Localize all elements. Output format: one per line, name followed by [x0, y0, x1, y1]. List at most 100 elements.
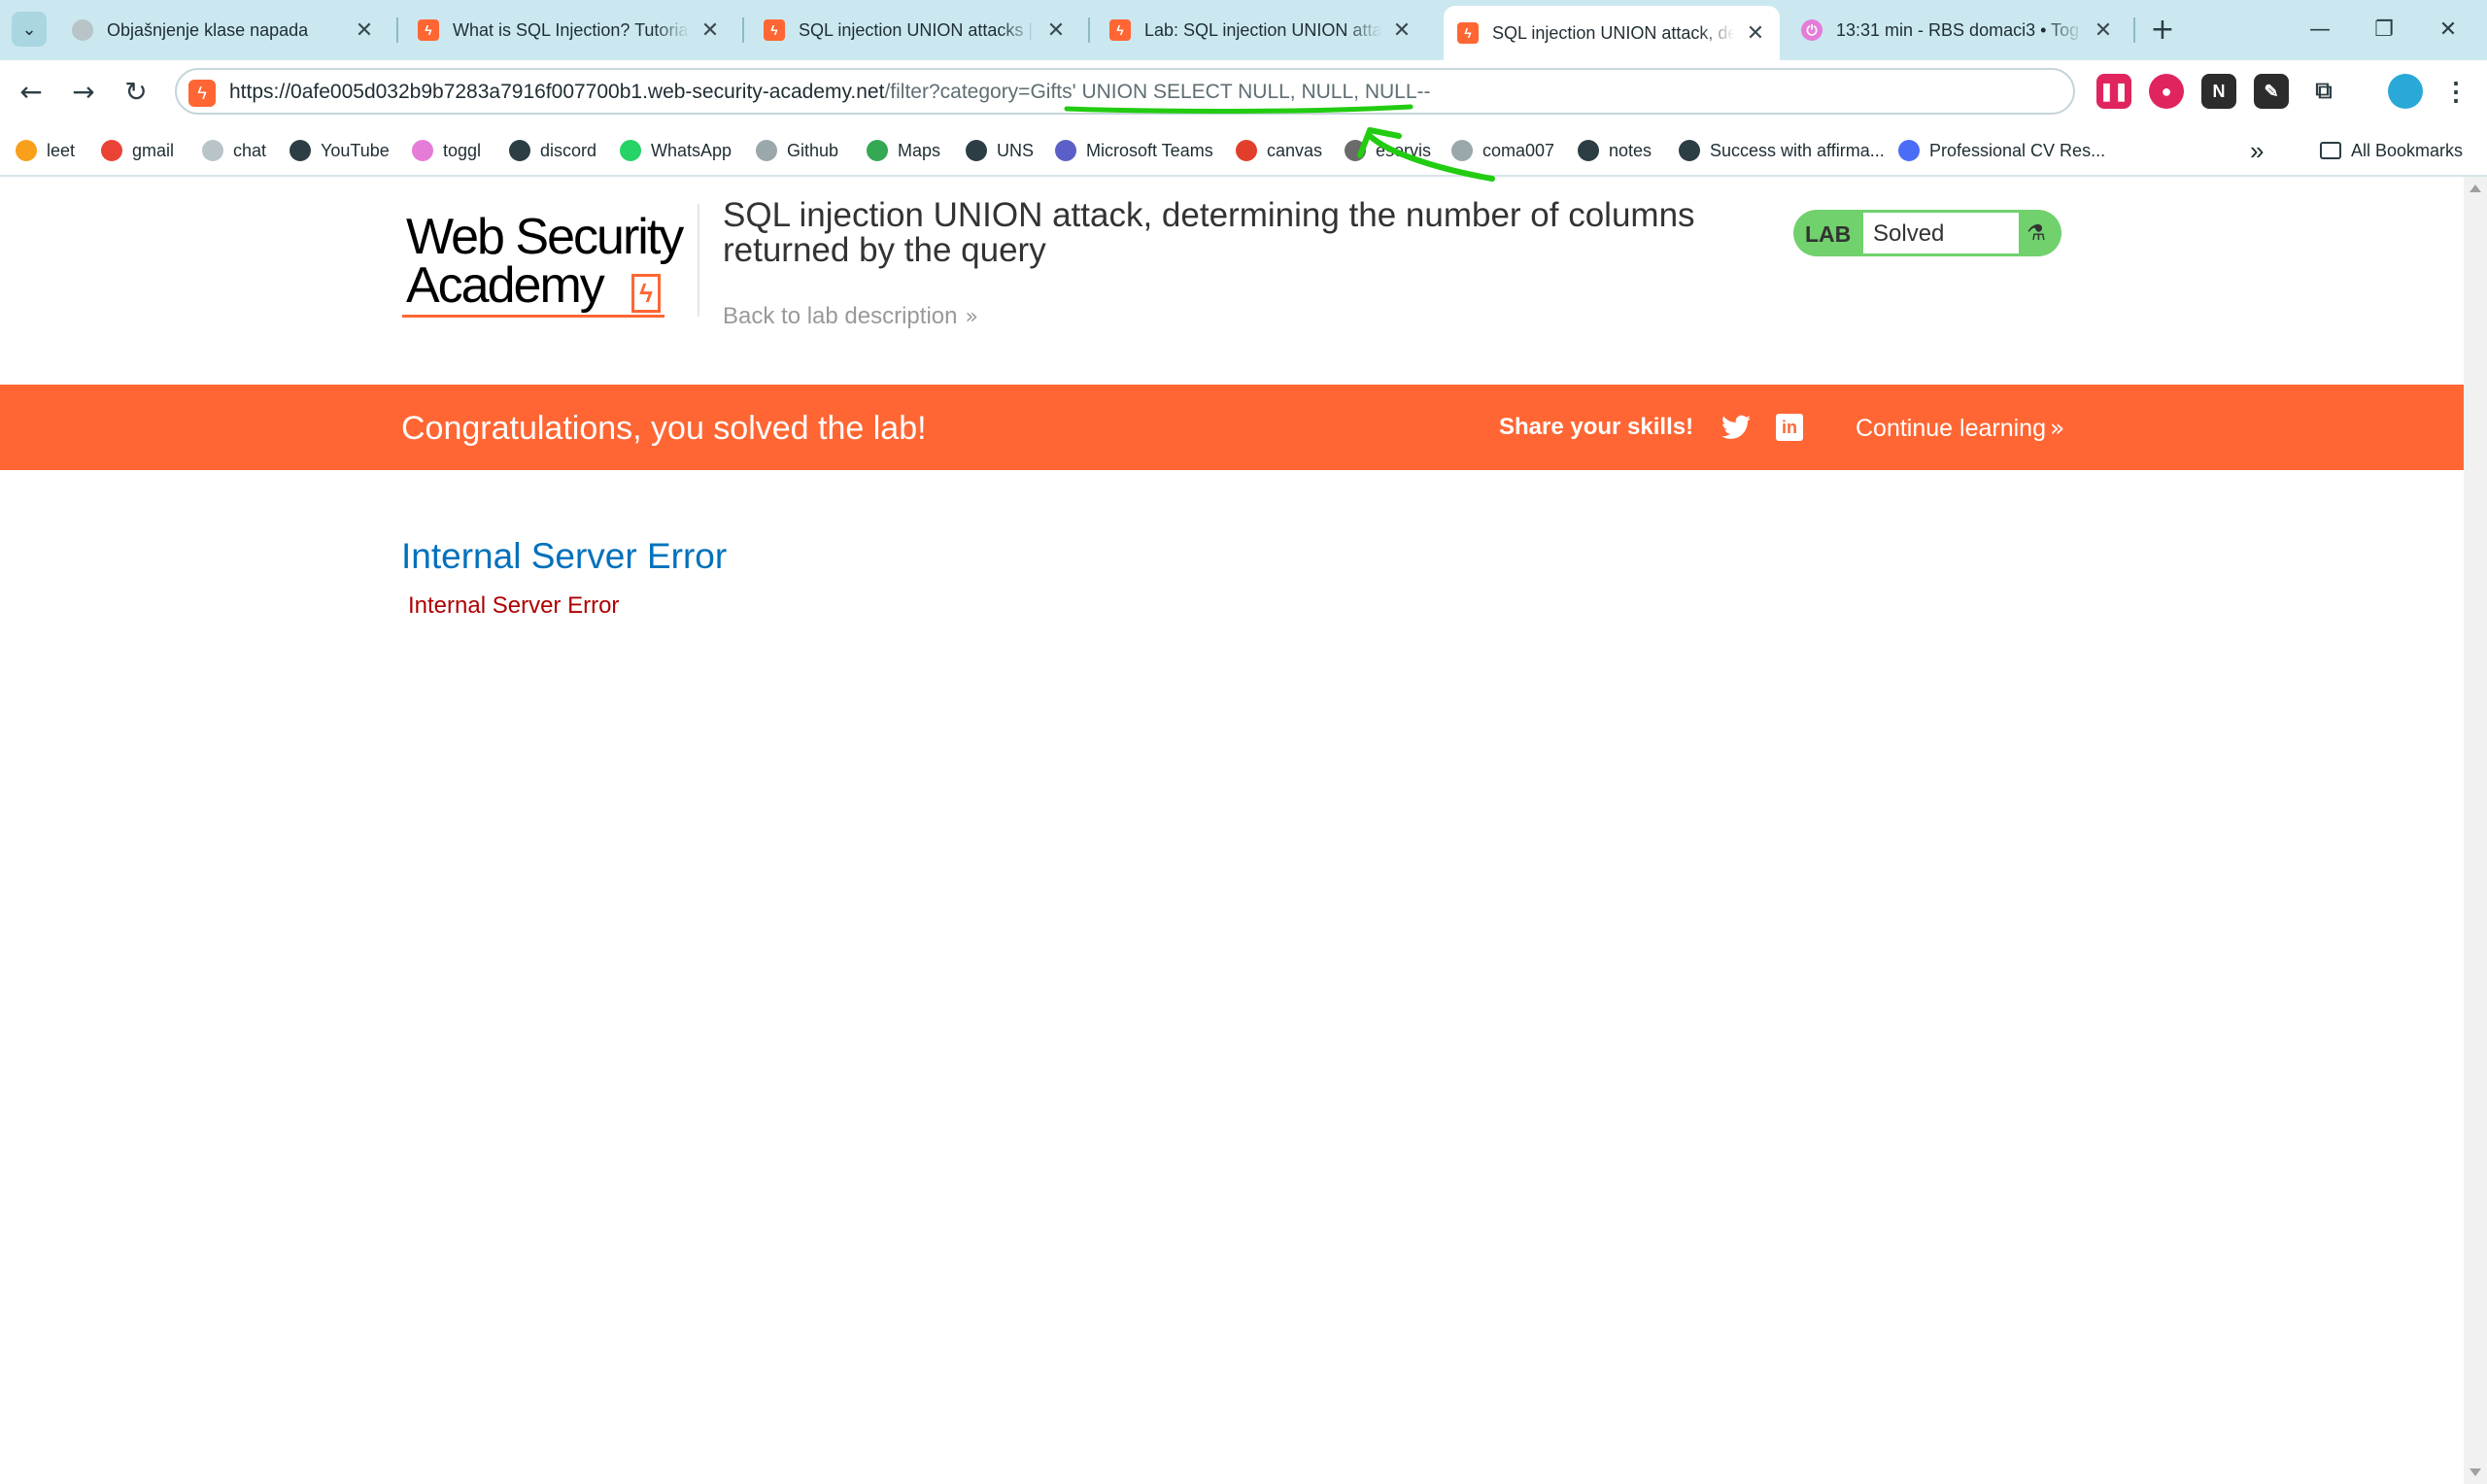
lab-title: SQL injection UNION attack, determining …	[723, 196, 1695, 269]
chevron-down-icon: ⌄	[21, 18, 37, 40]
bookmark-item[interactable]: canvas	[1236, 138, 1322, 163]
tab[interactable]: ϟ What is SQL Injection? Tutorial ✕	[404, 6, 734, 54]
minimize-button[interactable]: —	[2291, 10, 2349, 49]
close-icon[interactable]: ✕	[1045, 18, 1067, 43]
bookmark-item[interactable]: YouTube	[290, 138, 390, 163]
bookmark-item[interactable]: coma007	[1451, 138, 1554, 163]
back-to-lab-description-link[interactable]: Back to lab description »	[723, 303, 978, 330]
notion-extension-icon[interactable]: N	[2201, 74, 2236, 109]
close-icon[interactable]: ✕	[1391, 18, 1413, 43]
tab-active[interactable]: ϟ SQL injection UNION attack, de ✕	[1444, 6, 1780, 60]
tab-title: Lab: SQL injection UNION attac	[1144, 19, 1381, 40]
close-icon[interactable]: ✕	[2093, 18, 2114, 43]
close-icon: ✕	[2438, 17, 2458, 42]
close-icon[interactable]: ✕	[1745, 21, 1766, 46]
page-scrollbar[interactable]	[2464, 177, 2487, 1484]
bookmark-label: WhatsApp	[651, 140, 732, 160]
twitter-icon[interactable]	[1721, 414, 1751, 441]
tab-search-button[interactable]: ⌄	[12, 12, 47, 47]
site-info-icon[interactable]: ϟ	[188, 80, 216, 107]
bookmark-item[interactable]: gmail	[101, 138, 174, 163]
close-window-button[interactable]: ✕	[2419, 10, 2477, 49]
bookmark-item[interactable]: Maps	[867, 138, 940, 163]
bookmark-label: Success with affirma...	[1710, 140, 1885, 160]
chatgpt-icon	[202, 140, 223, 161]
canvas-icon	[1236, 140, 1257, 161]
reload-button[interactable]: ↻	[117, 72, 155, 111]
linkedin-icon[interactable]: in	[1776, 414, 1803, 441]
bookmark-item[interactable]: Professional CV Res...	[1898, 138, 2105, 163]
url-host: https://0afe005d032b9b7283a7916f007700b1…	[229, 81, 885, 103]
puzzle-extensions-icon[interactable]: ⧉	[2306, 74, 2341, 109]
more-bookmarks-button[interactable]: »	[2250, 136, 2264, 165]
chatgpt-icon	[72, 19, 93, 41]
url-text[interactable]: https://0afe005d032b9b7283a7916f007700b1…	[229, 81, 1431, 104]
bookmark-item[interactable]: UNS	[966, 138, 1034, 163]
bookmark-label: gmail	[132, 140, 175, 160]
eservis-icon	[1345, 140, 1366, 161]
new-tab-button[interactable]: +	[2145, 12, 2180, 47]
bookmark-item[interactable]: notes	[1578, 138, 1652, 163]
portswigger-icon: ϟ	[1109, 19, 1131, 41]
close-icon[interactable]: ✕	[699, 18, 721, 43]
solved-banner: Congratulations, you solved the lab! Sha…	[0, 385, 2464, 470]
whatsapp-icon	[620, 140, 641, 161]
bookmark-label: Professional CV Res...	[1929, 140, 2106, 160]
bookmark-item[interactable]: WhatsApp	[620, 138, 732, 163]
tab-separator	[1088, 17, 1090, 43]
back-button[interactable]: ←	[12, 72, 51, 111]
bookmark-item[interactable]: Success with affirma...	[1679, 138, 1885, 163]
address-bar[interactable]: ϟ https://0afe005d032b9b7283a7916f007700…	[175, 68, 2075, 115]
chevron-double-right-icon: »	[2049, 414, 2065, 442]
arrow-right-icon: →	[72, 75, 95, 108]
toggl-icon: ⏻	[1801, 19, 1823, 41]
portswigger-icon: ϟ	[764, 19, 785, 41]
tab[interactable]: ϟ SQL injection UNION attacks | W ✕	[750, 6, 1080, 54]
bookmark-label: leet	[47, 140, 76, 160]
continue-learning-link[interactable]: Continue learning»	[1856, 414, 2064, 443]
all-bookmarks-button[interactable]: All Bookmarks	[2320, 138, 2463, 163]
cv-icon	[1898, 140, 1920, 161]
bookmark-item[interactable]: eservis	[1345, 138, 1431, 163]
forward-button[interactable]: →	[64, 72, 103, 111]
profile-avatar[interactable]	[2388, 74, 2423, 109]
tab-title: SQL injection UNION attacks | W	[799, 19, 1036, 40]
globe-icon	[966, 140, 987, 161]
restore-button[interactable]: ❐	[2355, 10, 2413, 49]
web-security-academy-logo[interactable]: Web Security Academy ϟ	[402, 208, 694, 324]
portswigger-icon: ϟ	[1457, 22, 1479, 44]
flask-icon: ⚗	[2027, 220, 2046, 246]
bookmark-item[interactable]: leet	[16, 138, 75, 163]
web-page: Web Security Academy ϟ SQL injection UNI…	[0, 177, 2464, 1484]
all-bookmarks-label: All Bookmarks	[2351, 140, 2464, 160]
browser-chrome: ⌄ Objašnjenje klase napada ✕ ϟ What is S…	[0, 0, 2487, 177]
send-extension-icon[interactable]: ✎	[2254, 74, 2289, 109]
bookmark-item[interactable]: Github	[756, 138, 838, 163]
bookmark-item[interactable]: discord	[509, 138, 596, 163]
tab[interactable]: ϟ Lab: SQL injection UNION attac ✕	[1096, 6, 1426, 54]
header-divider	[698, 204, 699, 317]
scroll-down-icon[interactable]	[2470, 1468, 2481, 1476]
bookmark-label: Github	[787, 140, 839, 160]
bookmark-item[interactable]: Microsoft Teams	[1055, 138, 1213, 163]
close-icon[interactable]: ✕	[354, 18, 375, 43]
bookmark-item[interactable]: toggl	[412, 138, 481, 163]
scroll-up-icon[interactable]	[2470, 185, 2481, 192]
lab-status-widget: LAB Solved ⚗	[1793, 210, 2061, 256]
tab-title: 13:31 min - RBS domaci3 • Tog	[1836, 19, 2080, 40]
url-path: /filter?category=Gifts' UNION SELECT NUL…	[884, 81, 1431, 103]
gmail-icon	[101, 140, 122, 161]
bookmark-label: Maps	[898, 140, 941, 160]
leetcode-icon	[16, 140, 37, 161]
tab-separator	[742, 17, 744, 43]
tab[interactable]: ⏻ 13:31 min - RBS domaci3 • Tog ✕	[1788, 6, 2128, 54]
minimize-icon: —	[2309, 17, 2331, 42]
bookmark-item[interactable]: chat	[202, 138, 266, 163]
globe-icon	[290, 140, 311, 161]
pause-extension-icon[interactable]: ❚❚	[2096, 74, 2131, 109]
adblock-extension-icon[interactable]: ●	[2149, 74, 2184, 109]
maps-icon	[867, 140, 888, 161]
chevron-double-right-icon: »	[965, 305, 978, 329]
tab[interactable]: Objašnjenje klase napada ✕	[58, 6, 389, 54]
menu-kebab-icon[interactable]: ⋮	[2438, 74, 2473, 109]
